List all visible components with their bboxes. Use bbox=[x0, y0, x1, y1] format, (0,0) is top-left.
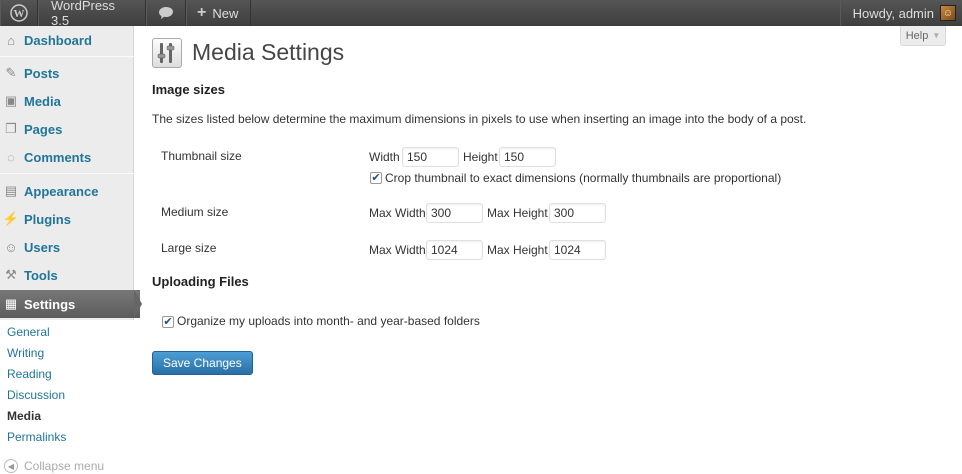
submenu-writing[interactable]: Writing bbox=[7, 346, 44, 360]
caret-down-icon: ▼ bbox=[932, 31, 941, 40]
sidebar-item-label: Plugins bbox=[24, 211, 71, 227]
howdy-text: Howdy, admin bbox=[852, 5, 934, 21]
sidebar-item-label: Appearance bbox=[24, 183, 99, 199]
thumbnail-width-label: Width bbox=[369, 150, 400, 164]
checkmark-icon: ✔ bbox=[163, 315, 173, 328]
large-size-label: Large size bbox=[161, 241, 217, 255]
submenu-permalinks[interactable]: Permalinks bbox=[7, 430, 66, 444]
new-content-button[interactable]: + New bbox=[186, 0, 252, 26]
collapse-arrow-icon: ◀ bbox=[4, 459, 18, 473]
sidebar-item-comments[interactable]: ◌ Comments bbox=[0, 143, 134, 171]
collapse-menu-button[interactable]: ◀ Collapse menu bbox=[4, 459, 104, 473]
checkmark-icon: ✔ bbox=[371, 171, 381, 184]
sidebar-item-label: Posts bbox=[24, 65, 60, 81]
settings-icon: ▦ bbox=[4, 296, 18, 311]
submenu-media[interactable]: Media bbox=[7, 409, 41, 423]
image-sizes-heading: Image sizes bbox=[152, 82, 225, 97]
medium-max-height-input[interactable] bbox=[549, 203, 606, 223]
sidebar-item-tools[interactable]: ⚒ Tools bbox=[0, 261, 134, 289]
submenu-discussion[interactable]: Discussion bbox=[7, 388, 65, 402]
wordpress-logo-icon[interactable]: W bbox=[0, 0, 38, 26]
sidebar-item-posts[interactable]: ✎ Posts bbox=[0, 59, 134, 87]
sidebar-item-appearance[interactable]: ▤ Appearance bbox=[0, 177, 134, 205]
new-label: New bbox=[212, 5, 239, 21]
large-max-width-label: Max Width bbox=[369, 243, 426, 257]
medium-size-label: Medium size bbox=[161, 205, 229, 219]
sidebar-item-label: Pages bbox=[24, 121, 63, 137]
large-max-height-input[interactable] bbox=[549, 240, 606, 260]
uploading-files-heading: Uploading Files bbox=[152, 274, 249, 289]
thumbnail-height-input[interactable] bbox=[499, 147, 556, 167]
main-content: Help ▼ Media Settings Image sizes The si… bbox=[134, 26, 962, 474]
page-title: Media Settings bbox=[192, 39, 345, 65]
save-changes-button[interactable]: Save Changes bbox=[152, 351, 253, 375]
sidebar-item-settings[interactable]: ▦ Settings bbox=[0, 290, 140, 318]
menu-separator bbox=[0, 173, 134, 174]
tools-icon: ⚒ bbox=[5, 267, 17, 282]
dashboard-icon: ⌂ bbox=[7, 32, 15, 48]
sidebar-item-label: Comments bbox=[24, 149, 92, 165]
plus-icon: + bbox=[197, 4, 207, 21]
pages-icon: ❐ bbox=[5, 121, 17, 136]
sidebar-item-label: Tools bbox=[24, 267, 58, 283]
submenu-reading[interactable]: Reading bbox=[7, 367, 52, 381]
sidebar-item-label: Settings bbox=[24, 296, 76, 312]
help-tab-button[interactable]: Help ▼ bbox=[900, 26, 946, 46]
organize-uploads-checkbox[interactable]: ✔ bbox=[162, 316, 174, 328]
admin-sidebar: ⌂ Dashboard ✎ Posts ▣ Media ❐ Pages ◌ Co… bbox=[0, 26, 140, 474]
large-max-width-input[interactable] bbox=[426, 240, 483, 260]
sidebar-item-pages[interactable]: ❐ Pages bbox=[0, 115, 134, 143]
comment-icon: ◌ bbox=[7, 149, 15, 165]
sidebar-item-label: Users bbox=[24, 239, 61, 255]
sidebar-item-plugins[interactable]: ⚡ Plugins bbox=[0, 205, 134, 233]
settings-page-icon bbox=[152, 38, 182, 68]
thumbnail-height-label: Height bbox=[463, 150, 498, 164]
collapse-menu-label: Collapse menu bbox=[24, 459, 105, 473]
site-name-link[interactable]: WordPress 3.5 bbox=[38, 0, 146, 28]
sidebar-item-label: Media bbox=[24, 93, 61, 109]
medium-max-width-input[interactable] bbox=[426, 203, 483, 223]
thumbnail-size-label: Thumbnail size bbox=[161, 149, 242, 163]
crop-thumbnail-checkbox[interactable]: ✔ bbox=[370, 172, 382, 184]
image-sizes-description: The sizes listed below determine the max… bbox=[152, 112, 807, 126]
pin-icon: ✎ bbox=[5, 65, 17, 80]
appearance-icon: ▤ bbox=[4, 183, 18, 198]
plugin-icon: ⚡ bbox=[2, 211, 20, 226]
users-icon: ☺ bbox=[4, 239, 18, 255]
medium-max-height-label: Max Height bbox=[487, 206, 548, 220]
comments-link[interactable] bbox=[146, 0, 186, 26]
sidebar-item-media[interactable]: ▣ Media bbox=[0, 87, 134, 115]
comment-bubble-icon bbox=[159, 7, 173, 19]
help-label: Help bbox=[905, 29, 929, 42]
menu-separator bbox=[0, 56, 134, 57]
crop-thumbnail-label: Crop thumbnail to exact dimensions (norm… bbox=[385, 171, 782, 185]
thumbnail-width-input[interactable] bbox=[402, 147, 459, 167]
avatar: ☺ bbox=[940, 5, 956, 21]
medium-max-width-label: Max Width bbox=[369, 206, 426, 220]
organize-uploads-label: Organize my uploads into month- and year… bbox=[177, 314, 480, 328]
account-menu[interactable]: Howdy, admin ☺ bbox=[839, 0, 962, 26]
submenu-general[interactable]: General bbox=[7, 325, 50, 339]
large-max-height-label: Max Height bbox=[487, 243, 548, 257]
media-icon: ▣ bbox=[4, 93, 18, 108]
sidebar-item-label: Dashboard bbox=[24, 32, 92, 48]
sidebar-item-dashboard[interactable]: ⌂ Dashboard bbox=[0, 26, 134, 54]
settings-submenu: General Writing Reading Discussion Media… bbox=[0, 320, 134, 474]
svg-text:W: W bbox=[14, 8, 25, 20]
sidebar-item-users[interactable]: ☺ Users bbox=[0, 233, 134, 261]
admin-bar: W WordPress 3.5 + New Howdy, admin ☺ bbox=[0, 0, 962, 28]
